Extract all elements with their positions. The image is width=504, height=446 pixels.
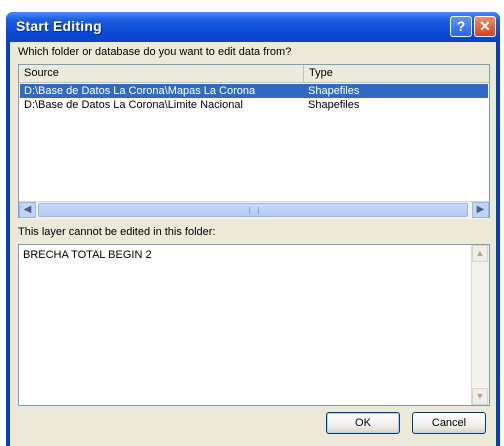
dialog-body: Which folder or database do you want to … bbox=[10, 42, 496, 446]
start-editing-dialog: Start Editing ? ✕ Which folder or databa… bbox=[6, 12, 500, 446]
source-question-label: Which folder or database do you want to … bbox=[18, 46, 292, 58]
list-header: Source Type bbox=[19, 65, 489, 83]
ok-button[interactable]: OK bbox=[326, 412, 400, 434]
list-row[interactable]: D:\Base de Datos La Corona\Mapas La Coro… bbox=[20, 84, 488, 98]
grip-icon bbox=[249, 207, 259, 214]
arrow-right-icon[interactable]: ▶ bbox=[472, 202, 489, 218]
row-source: D:\Base de Datos La Corona\Limite Nacion… bbox=[24, 99, 243, 111]
horizontal-scrollbar[interactable]: ◀ ▶ bbox=[19, 201, 489, 219]
close-icon: ✕ bbox=[479, 18, 491, 34]
list-row[interactable]: D:\Base de Datos La Corona\Limite Nacion… bbox=[20, 98, 488, 112]
details-box[interactable]: BRECHA TOTAL BEGIN 2 ▲ ▼ bbox=[18, 244, 490, 406]
info-label: This layer cannot be edited in this fold… bbox=[18, 226, 216, 238]
source-list[interactable]: Source Type D:\Base de Datos La Corona\M… bbox=[18, 64, 490, 219]
vertical-scrollbar[interactable]: ▲ ▼ bbox=[471, 245, 489, 405]
row-source: D:\Base de Datos La Corona\Mapas La Coro… bbox=[24, 85, 256, 97]
column-header-source[interactable]: Source bbox=[19, 65, 304, 82]
row-type: Shapefiles bbox=[308, 99, 360, 111]
column-header-type[interactable]: Type bbox=[304, 65, 489, 82]
scroll-thumb[interactable] bbox=[38, 203, 468, 217]
help-button[interactable]: ? bbox=[450, 16, 472, 37]
title-bar[interactable]: Start Editing ? ✕ bbox=[6, 12, 500, 42]
dialog-title: Start Editing bbox=[16, 18, 102, 34]
details-text: BRECHA TOTAL BEGIN 2 bbox=[23, 249, 152, 261]
arrow-left-icon[interactable]: ◀ bbox=[19, 202, 36, 218]
row-type: Shapefiles bbox=[308, 85, 360, 97]
help-icon: ? bbox=[456, 18, 466, 34]
close-button[interactable]: ✕ bbox=[474, 16, 496, 37]
arrow-up-icon[interactable]: ▲ bbox=[472, 245, 488, 262]
cancel-button[interactable]: Cancel bbox=[412, 412, 486, 434]
arrow-down-icon[interactable]: ▼ bbox=[472, 388, 488, 405]
